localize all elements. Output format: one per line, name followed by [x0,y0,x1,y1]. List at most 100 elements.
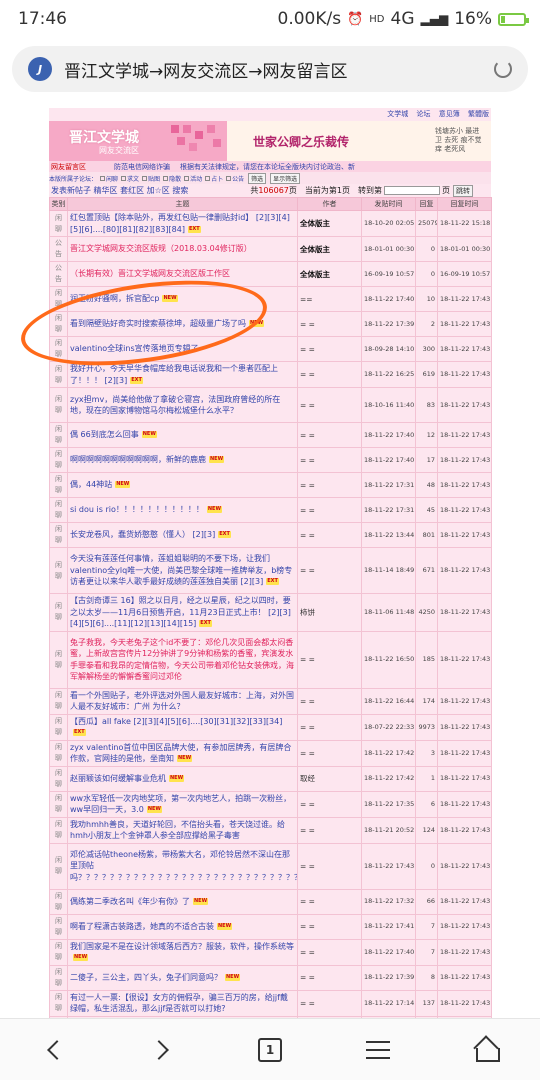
row-title[interactable]: 啊啊啊啊啊啊啊啊啊啊啊，新鲜的鹿鹿 NEW [67,447,298,473]
row-title-text[interactable]: 偶练第二季改名叫《年少有你》了 [70,897,190,906]
row-title-text[interactable]: 润玉粉好骚啊，拆官配cp [70,294,159,303]
row-title-text[interactable]: （长期有效）晋江文学城网友交流区版工作区 [70,269,230,278]
filter-checkbox[interactable] [163,175,169,181]
row-replies: 174 [415,687,438,715]
row-title[interactable]: 看到隔壁贴好奇实时搜索蔡徐坤，超级量广场了吗 NEW [67,311,298,337]
row-title-text[interactable]: 看到隔壁贴好奇实时搜索蔡徐坤，超级量广场了吗 [70,319,246,328]
web-content: 文学城 论坛 意见簿 繁體版 晋江文学城 网友交流区 世家公卿之乐裁传 钱塘苏小… [0,104,540,1018]
net-speed: 0.00K/s [277,9,342,29]
row-title-text[interactable]: ww水军轻低一次内地奖项，第一次内地艺人，拍跳一次粉丝，ww早回归一天，3.0 [70,794,291,815]
row-title-text[interactable]: valentino全球ins宣传落地页专辑了 [70,344,199,353]
row-title[interactable]: 我好开心，今天早华食帽库给我电话说我和一个患者匹配上了！！！ [2][3] EXT [67,361,298,388]
forward-button[interactable] [142,1030,182,1070]
filter-checkbox[interactable] [184,175,190,181]
tabs-button[interactable]: 1 [250,1030,290,1070]
row-reply-time: 18-11-22 17:43 [437,989,492,1017]
row-title[interactable]: （长期有效）晋江文学城网友交流区版工作区 [67,261,298,287]
row-title-text[interactable]: 邓伦减话帖theone杨紫，带杨紫大名，邓伦铃居然不深山在那里顶帖吗？？？？？？… [70,850,297,882]
row-title-text[interactable]: 啊看了程潇古装路透，她真的不适合古装 [70,922,214,931]
top-link[interactable]: 意见簿 [439,110,460,118]
row-author: = = [297,938,362,966]
row-title-text[interactable]: 今天没有莲莲任何事情，莲姐姐聪明的不要下场，让我们valentino全ylq唯一… [70,554,292,586]
row-title[interactable]: 有过一人一票:【很设】女方的佣假孕，骗三百万的房，给jjf戴绿帽，私生活混乱，那… [67,989,298,1017]
row-title-text[interactable]: 偶，44神站 [70,480,112,489]
status-bar: 17:46 0.00K/s ⏰ HD 4G ▂▄▆ 16% [0,0,540,38]
row-title[interactable]: 晋江文学城网友交流区版规（2018.03.04修订版） [67,236,298,262]
reload-icon[interactable] [494,60,512,78]
row-title[interactable]: 【西瓜】all fake [2][3][4][5][6]....[30][31]… [67,713,298,741]
row-title-text[interactable]: 红包置顶贴【除本贴外，再发红包贴一律删贴封id】 [2][3][4][5][6]… [70,213,290,234]
row-title[interactable]: 偶 66到底怎么回事 NEW [67,422,298,448]
row-author: = = [297,989,362,1017]
row-title-text[interactable]: 看一个外国贴子，老外评选对外国人最友好城市：上海，对外国人最不友好城市：广州 为… [70,691,294,712]
row-reply-time: 18-11-22 17:43 [437,816,492,844]
row-title-text[interactable]: 【西瓜】all fake [2][3][4][5][6]....[30][31]… [70,717,282,726]
show-filter-button[interactable]: 显示筛选 [270,172,301,184]
filter-checkbox[interactable] [121,175,127,181]
row-title-text[interactable]: 啊啊啊啊啊啊啊啊啊啊啊，新鲜的鹿鹿 [70,455,206,464]
row-post-time: 18-11-22 16:50 [361,630,416,689]
row-title[interactable]: ww水军轻低一次内地奖项，第一次内地艺人，拍跳一次粉丝，ww早回归一天，3.0 N… [67,790,298,818]
filter-checkbox[interactable] [142,175,148,181]
filter-label: 本版所属子论坛： [49,175,98,183]
url-bar[interactable]: J 晋江文学城→网友交流区→网友留言区 [12,46,528,92]
banner: 晋江文学城 网友交流区 世家公卿之乐裁传 钱塘苏小 最进卫 去死 痕不觉痒 老死… [49,121,491,161]
row-title-text[interactable]: 我们国家是不是在设计领域落后西方？服装，软件，操作系统等 [70,942,294,951]
row-title[interactable]: 我们国家是不是在设计领域落后西方？服装，软件，操作系统等 NEW [67,938,298,966]
filter-checkbox[interactable] [205,175,211,181]
row-title[interactable]: 红包置顶贴【除本贴外，再发红包贴一律删贴封id】 [2][3][4][5][6]… [67,210,298,237]
notice-link[interactable]: 防范电信网络诈骗 [114,162,170,172]
row-title-text[interactable]: 长安龙卷风，蠢货娇憨憨（懂人） [2][3] [70,530,215,539]
top-link[interactable]: 文学城 [387,110,408,118]
row-title-text[interactable]: 我好开心，今天早华食帽库给我电话说我和一个患者匹配上了！！！ [2][3] [70,364,278,385]
row-reply-time: 16-09-19 10:57 [437,261,492,287]
row-reply-time: 18-11-22 17:43 [437,472,492,498]
banner-ad[interactable]: 世家公卿之乐裁传 钱塘苏小 最进卫 去死 痕不觉痒 老死风 [227,121,491,161]
board-name[interactable]: 网友留言区 [51,162,86,172]
row-title-text[interactable]: 兔子救我，今天老兔子这个id不要了：邓伦几次见面会都太闷香蜜，上新故宫宫传片12… [70,638,294,682]
row-title-text[interactable]: 我劝hmhh善良，天道好轮回，不信抬头看，苍天饶过谁。给hmh小朋友上个金钟罩人… [70,820,285,841]
jump-button[interactable]: 跳转 [452,184,473,197]
row-title[interactable]: 赵丽颖该如何缓解事业危机 NEW [67,765,298,792]
row-title[interactable]: 我劝hmhh善良，天道好轮回，不信抬头看，苍天饶过谁。给hmh小朋友上个金钟罩人… [67,816,298,844]
filter-checkbox[interactable] [100,175,106,181]
row-title[interactable]: 兔子救我，今天老兔子这个id不要了：邓伦几次见面会都太闷香蜜，上新故宫宫传片12… [67,630,298,689]
row-title[interactable]: zyx担mv，尚美给他做了拿破仑寝宫，法国政府曾经的所在地，现在的国家博物馆马尔… [67,387,298,423]
home-button[interactable] [466,1030,506,1070]
row-title[interactable]: si dou is rio！！！！！！！！！！！ NEW [67,497,298,523]
row-title-text[interactable]: 二傻子，三公主，四丫头，兔子们同意吗？ [70,973,222,982]
row-title[interactable]: 偶练第二季改名叫《年少有你》了 NEW [67,888,298,915]
hd-icon: HD [369,13,385,25]
menu-button[interactable] [358,1030,398,1070]
filter-button[interactable]: 筛选 [248,172,267,184]
row-title[interactable]: 【古剑奇谭三 16】照之以日月，经之以星辰，纪之以四时，要之以太岁——11月6日… [67,593,298,632]
action-links[interactable]: 发表新帖子 精华区 套红区 加☆区 搜索 [51,185,188,196]
top-link[interactable]: 论坛 [417,110,431,118]
row-replies: 2 [415,311,438,337]
row-title-text[interactable]: 偶 66到底怎么回事 [70,430,139,439]
row-title[interactable]: valentino全球ins宣传落地页专辑了 [67,336,298,362]
row-title[interactable]: 今天没有莲莲任何事情，莲姐姐聪明的不要下场，让我们valentino全ylq唯一… [67,547,298,594]
row-title[interactable]: 二傻子，三公主，四丫头，兔子们同意吗？ NEW [67,964,298,991]
row-title-text[interactable]: 【古剑奇谭三 16】照之以日月，经之以星辰，纪之以四时，要之以太岁——11月6日… [70,596,291,628]
row-title-text[interactable]: si dou is rio！！！！！！！！！！！ [70,505,204,514]
row-title[interactable]: 看一个外国贴子，老外评选对外国人最友好城市：上海，对外国人最不友好城市：广州 为… [67,687,298,715]
top-link[interactable]: 繁體版 [468,110,489,118]
row-title-text[interactable]: 赵丽颖该如何缓解事业危机 [70,774,166,783]
row-title[interactable]: zyx valentino首位中国区品牌大使，有参加居牌秀，有居牌合作款，官网挂… [67,739,298,767]
row-title[interactable]: 长安龙卷风，蠢货娇憨憨（懂人） [2][3] EXT [67,522,298,548]
forum-logo[interactable]: 晋江文学城 网友交流区 [49,121,227,161]
row-post-time: 18-11-22 17:40 [361,422,416,448]
row-title[interactable]: 啊看了程潇古装路透，她真的不适合古装 NEW [67,913,298,940]
back-button[interactable] [34,1030,74,1070]
new-badge: NEW [162,295,178,303]
page-title[interactable]: 晋江文学城→网友交流区→网友留言区 [64,57,494,82]
row-title[interactable]: 润玉粉好骚啊，拆官配cp NEW [67,286,298,312]
row-title[interactable]: 邓伦减话帖theone杨紫，带杨紫大名，邓伦铃居然不深山在那里顶帖吗？？？？？？… [67,842,298,890]
jump-input[interactable] [383,186,440,195]
row-title-text[interactable]: 晋江文学城网友交流区版规（2018.03.04修订版） [70,244,252,253]
filter-checkbox[interactable] [226,175,232,181]
row-title[interactable]: 偶，44神站 NEW [67,472,298,498]
row-title-text[interactable]: zyx担mv，尚美给他做了拿破仑寝宫，法国政府曾经的所在地，现在的国家博物馆马尔… [70,395,280,416]
row-title-text[interactable]: 有过一人一票:【很设】女方的佣假孕，骗三百万的房，给jjf戴绿帽，私生活混乱，那… [70,993,288,1014]
